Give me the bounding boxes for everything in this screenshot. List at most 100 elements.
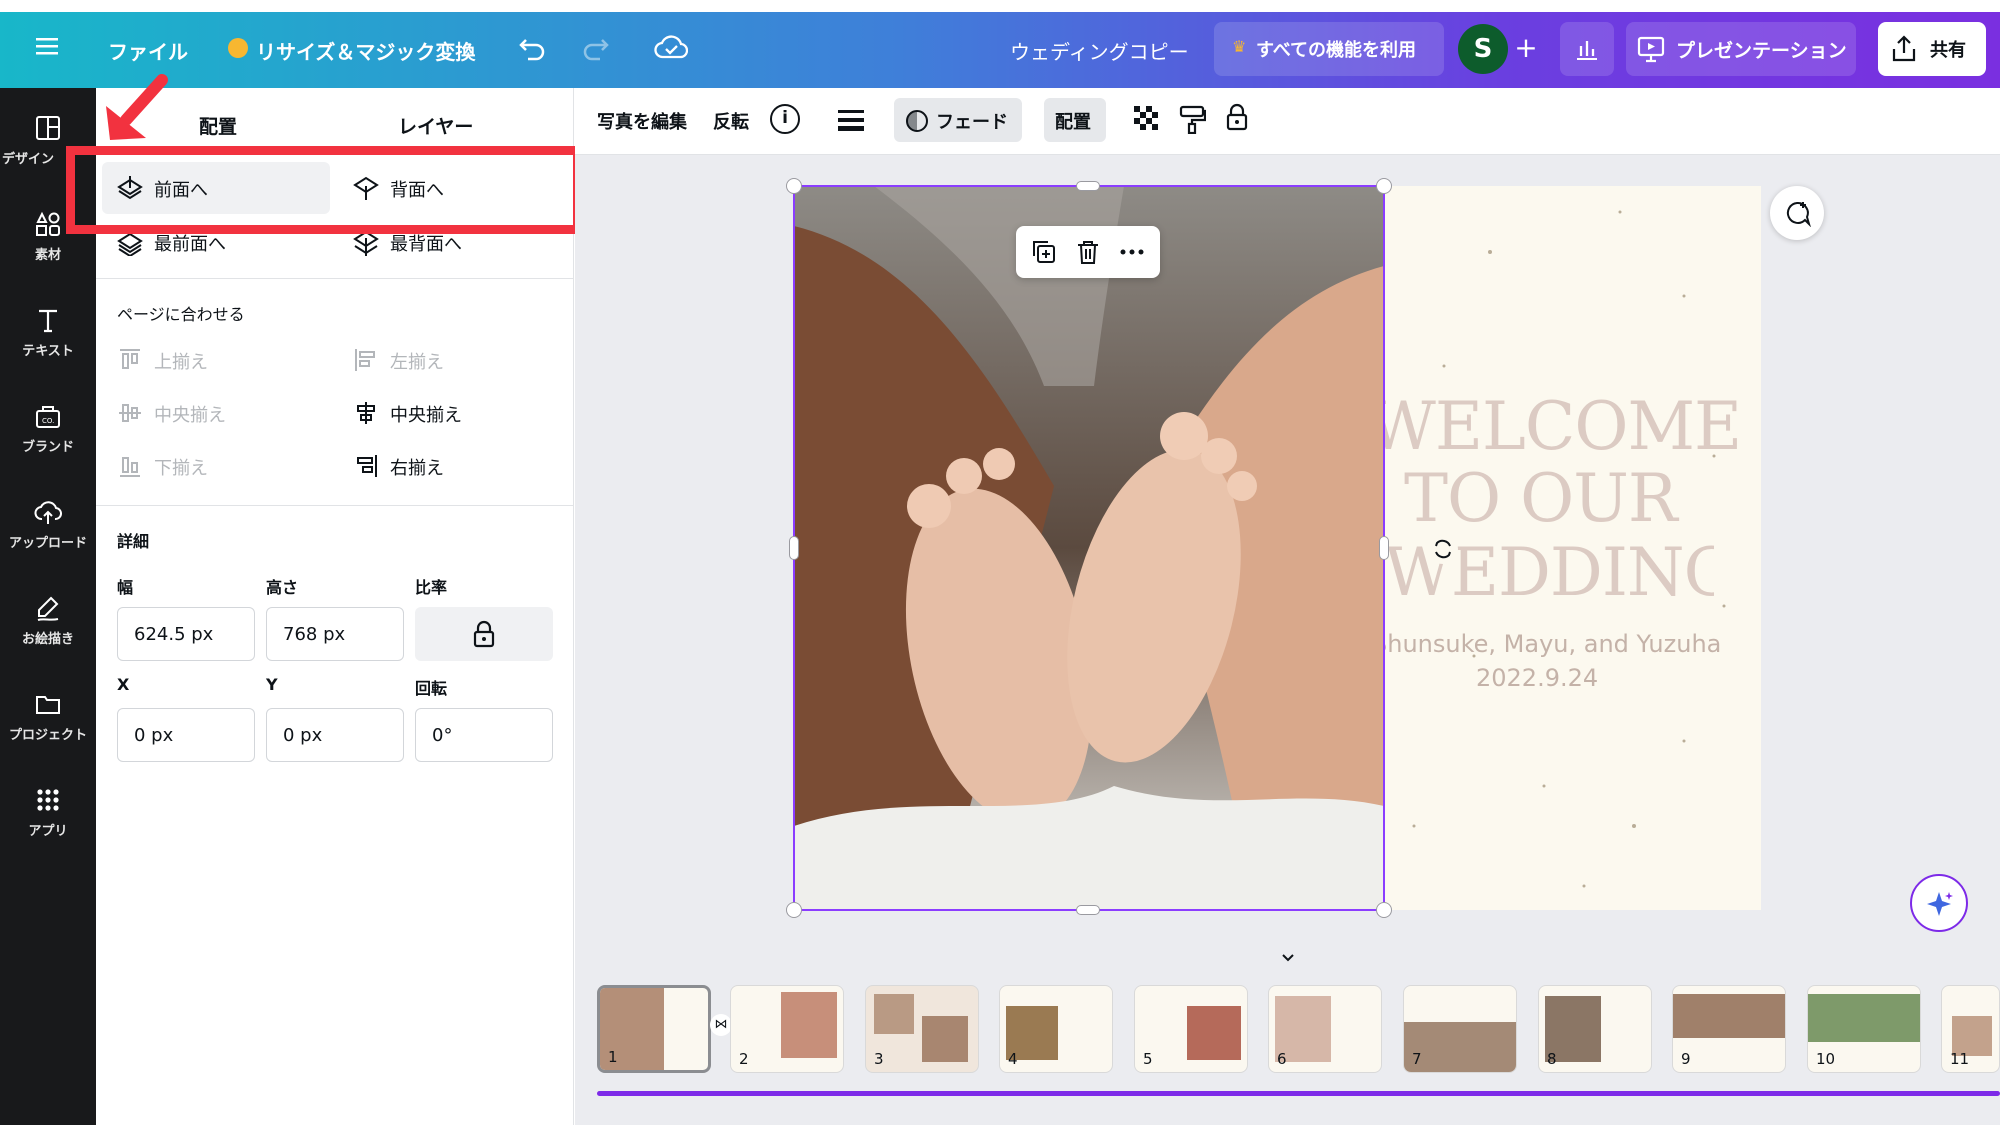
thumbnail-photo — [1187, 1006, 1241, 1060]
pages-scrollbar[interactable] — [597, 1091, 2000, 1096]
align-left-button[interactable]: 左揃え — [338, 334, 566, 386]
rail-label: アプリ — [28, 824, 68, 839]
folder-icon — [36, 696, 60, 714]
page-thumbnail[interactable]: 2 — [730, 985, 844, 1073]
page-thumbnail[interactable]: 11 — [1941, 985, 2000, 1073]
align-right-button[interactable]: 右揃え — [338, 440, 566, 492]
page-thumbnail[interactable]: 10 — [1807, 985, 1921, 1073]
page-thumbnail[interactable]: 3 — [865, 985, 979, 1073]
page-thumbnail[interactable]: 8 — [1538, 985, 1652, 1073]
lock-icon[interactable] — [1224, 102, 1250, 136]
y-field[interactable]: 0 px — [266, 708, 404, 762]
pro-features-label: すべての機能を利用 — [1256, 40, 1417, 61]
wedding-date: 2022.9.24 — [1476, 664, 1599, 692]
resize-handle-tr[interactable] — [1376, 178, 1392, 194]
edit-photo-button[interactable]: 写真を編集 — [597, 108, 687, 134]
page-thumbnail[interactable]: 5 — [1134, 985, 1248, 1073]
apps-icon — [37, 789, 59, 811]
arrange-button[interactable]: 配置 — [1044, 98, 1106, 142]
thumbnail-photo — [1673, 994, 1785, 1038]
magic-assistant-button[interactable] — [1910, 874, 1968, 932]
flip-button[interactable]: 反転 — [713, 108, 749, 134]
undo-icon[interactable] — [518, 34, 548, 66]
rail-label: ブランド — [21, 440, 74, 455]
collapse-pages-button[interactable] — [1244, 946, 1334, 970]
welcome-line-2: TO OUR — [1404, 460, 1678, 537]
rail-label: テキスト — [22, 344, 74, 359]
align-center-label: 中央揃え — [390, 405, 462, 426]
resize-magic-button[interactable]: リサイズ＆マジック変換 — [256, 36, 475, 65]
add-comment-button[interactable] — [1770, 186, 1824, 240]
page-number: 11 — [1950, 1050, 1970, 1068]
align-bottom-button[interactable]: 下揃え — [102, 440, 330, 492]
align-right-icon — [357, 455, 377, 477]
page-thumbnail[interactable]: 9 — [1672, 985, 1786, 1073]
info-icon[interactable]: i — [770, 104, 800, 134]
couple-names: Shunsuke, Mayu, and Yuzuha — [1372, 630, 1722, 658]
align-bottom-label: 下揃え — [154, 458, 208, 479]
align-center-button[interactable]: 中央揃え — [338, 387, 566, 439]
rotation-field[interactable]: 0° — [415, 708, 553, 762]
fit-page-heading: ページに合わせる — [117, 305, 245, 324]
presentation-button[interactable]: プレゼンテーション — [1626, 22, 1856, 76]
rotation-label: 回転 — [415, 679, 448, 698]
width-field[interactable]: 624.5 px — [117, 607, 255, 661]
paint-format-icon[interactable] — [1178, 104, 1207, 138]
align-top-button[interactable]: 上揃え — [102, 334, 330, 386]
rail-item-upload[interactable]: アップロード — [0, 484, 96, 564]
add-collaborator-button[interactable]: + — [1510, 28, 1542, 68]
transparency-icon[interactable] — [1134, 106, 1160, 136]
page-thumbnail[interactable]: 4 — [999, 985, 1113, 1073]
resize-handle-left[interactable] — [789, 536, 799, 560]
page-number: 2 — [739, 1050, 749, 1068]
resize-handle-bottom[interactable] — [1076, 905, 1100, 915]
fade-button[interactable]: フェード — [894, 98, 1022, 142]
rail-item-projects[interactable]: プロジェクト — [0, 676, 96, 756]
width-label: 幅 — [117, 578, 134, 597]
resize-handle-tl[interactable] — [786, 178, 802, 194]
resize-handle-top[interactable] — [1076, 181, 1100, 191]
page-thumbnail[interactable]: 1 — [597, 985, 711, 1073]
line-weight-icon[interactable] — [838, 108, 864, 136]
pointer-arrow-icon — [106, 74, 168, 140]
crown-icon — [228, 38, 248, 58]
layout-icon — [36, 116, 60, 140]
rail-label: プロジェクト — [8, 728, 87, 743]
rail-item-apps[interactable]: アプリ — [0, 772, 96, 852]
presentation-label: プレゼンテーション — [1676, 40, 1847, 62]
resize-handle-right[interactable] — [1379, 536, 1389, 560]
cloud-saved-icon[interactable] — [654, 34, 689, 64]
height-field[interactable]: 768 px — [266, 607, 404, 661]
transition-icon[interactable]: ⋈ — [710, 1014, 732, 1036]
ratio-lock-button[interactable] — [415, 607, 553, 661]
rail-item-text[interactable]: テキスト — [0, 292, 96, 372]
page-thumbnail[interactable]: 7 — [1403, 985, 1517, 1073]
rotate-handle-icon[interactable] — [1428, 534, 1458, 564]
text-icon — [39, 309, 57, 333]
lock-icon — [473, 620, 495, 648]
more-options-icon[interactable] — [1118, 238, 1146, 270]
document-title[interactable]: ウェディングコピー — [1010, 36, 1189, 65]
resize-handle-br[interactable] — [1376, 902, 1392, 918]
avatar[interactable]: S — [1458, 24, 1508, 74]
tab-arrange[interactable]: 配置 — [199, 112, 237, 139]
rail-item-brand[interactable]: CO. ブランド — [0, 388, 96, 468]
tab-layers[interactable]: レイヤー — [398, 112, 473, 139]
redo-icon[interactable] — [580, 34, 610, 66]
page-thumbnail[interactable]: 6 — [1268, 985, 1382, 1073]
x-field[interactable]: 0 px — [117, 708, 255, 762]
insights-button[interactable] — [1560, 22, 1614, 76]
duplicate-icon[interactable] — [1030, 238, 1058, 270]
share-button[interactable]: 共有 — [1878, 22, 1986, 76]
chart-icon — [1577, 41, 1597, 60]
file-menu[interactable]: ファイル — [108, 36, 188, 65]
align-middle-button[interactable]: 中央揃え — [102, 387, 330, 439]
pro-features-button[interactable]: ♛ すべての機能を利用 — [1214, 22, 1444, 76]
menu-icon[interactable] — [36, 36, 58, 56]
delete-icon[interactable] — [1074, 238, 1102, 270]
sparkle-icon — [1927, 892, 1953, 916]
chevron-down-icon — [1282, 954, 1294, 962]
rail-item-draw[interactable]: お絵描き — [0, 580, 96, 660]
resize-handle-bl[interactable] — [786, 902, 802, 918]
thumbnail-photo — [874, 994, 914, 1034]
